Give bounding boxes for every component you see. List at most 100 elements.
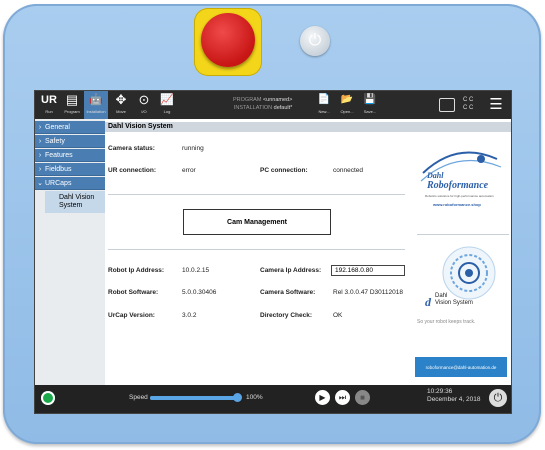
robot-software-label: Robot Software: bbox=[108, 289, 159, 296]
main-content: Dahl Vision System Camera status: runnin… bbox=[105, 119, 511, 385]
stop-button[interactable]: ■ bbox=[355, 390, 370, 405]
save-file-label: Save... bbox=[363, 109, 377, 114]
io-icon: ⊙ bbox=[138, 92, 150, 107]
pendant-screen: UR Run ▤ Program 🤖 Installation ✥ Move ⊙… bbox=[34, 90, 512, 414]
play-button[interactable]: ▶ bbox=[315, 390, 330, 405]
play-icon: ▶ bbox=[319, 393, 326, 402]
clock-date: December 4, 2018 bbox=[427, 396, 481, 403]
move-tab-label: Move bbox=[116, 109, 126, 114]
vision-line2: Vision System bbox=[435, 300, 473, 306]
divider bbox=[108, 194, 405, 195]
page-title: Dahl Vision System bbox=[105, 122, 511, 132]
vision-line1: Dahl bbox=[435, 293, 448, 299]
sidebar-item-label: Safety bbox=[45, 138, 65, 145]
step-icon: ⏭ bbox=[338, 392, 347, 402]
divider bbox=[108, 249, 405, 250]
io-tab[interactable]: ⊙ I/O bbox=[133, 91, 155, 119]
chevron-right-icon: › bbox=[38, 124, 42, 131]
hamburger-menu-icon[interactable]: ☰ bbox=[487, 96, 505, 114]
chevron-right-icon: › bbox=[38, 166, 42, 173]
top-toolbar: UR Run ▤ Program 🤖 Installation ✥ Move ⊙… bbox=[35, 91, 511, 119]
move-icon: ✥ bbox=[115, 92, 127, 107]
new-file-button[interactable]: 📄 New... bbox=[313, 91, 335, 119]
new-file-label: New... bbox=[318, 109, 330, 114]
move-tab[interactable]: ✥ Move bbox=[110, 91, 132, 119]
sidebar-item-dahl-vision-system[interactable]: Dahl Vision System bbox=[45, 191, 105, 213]
logo-small-text: Dahl bbox=[427, 171, 444, 180]
ur-connection-label: UR connection: bbox=[108, 167, 157, 174]
robot-arm-icon: 🤖 bbox=[89, 94, 103, 106]
speed-slider-handle[interactable] bbox=[233, 393, 242, 402]
program-info: PROGRAM <unnamed> INSTALLATION default* bbox=[233, 96, 292, 112]
open-folder-icon: 📂 bbox=[340, 94, 354, 105]
website-link[interactable]: www.roboformance.shop bbox=[433, 202, 481, 207]
log-tab[interactable]: 📈 Log bbox=[156, 91, 178, 119]
bottom-bar: Speed 100% ▶ ⏭ ■ 10:29:36 December 4, 20… bbox=[35, 385, 511, 413]
cam-management-button[interactable]: Cam Management bbox=[183, 209, 331, 235]
program-icon: ▤ bbox=[65, 92, 79, 107]
vision-d-mark: d bbox=[425, 295, 431, 309]
clock-time: 10:29:36 bbox=[427, 388, 453, 395]
cc-indicator: C C C C bbox=[463, 97, 474, 111]
sidebar-item-label: URCaps bbox=[45, 180, 72, 187]
log-icon: 📈 bbox=[160, 94, 174, 106]
remote-control-icon[interactable] bbox=[439, 98, 455, 112]
urcap-version-label: UrCap Version: bbox=[108, 312, 155, 319]
sidebar-item-label: Fieldbus bbox=[45, 166, 72, 173]
open-file-button[interactable]: 📂 Open... bbox=[336, 91, 358, 119]
io-tab-label: I/O bbox=[141, 109, 147, 114]
installation-tab-label: Installation bbox=[86, 109, 106, 114]
robot-ip-value: 10.0.2.15 bbox=[182, 267, 210, 274]
roboformance-logo: Dahl Roboformance Robotics solutions for… bbox=[417, 145, 507, 217]
sidebar-item-general[interactable]: › General bbox=[35, 121, 105, 134]
save-file-button[interactable]: 💾 Save... bbox=[359, 91, 381, 119]
program-tab-label: Program bbox=[64, 109, 80, 114]
logo-tagline: Robotics solutions for high-performance … bbox=[425, 194, 494, 198]
speed-value: 100% bbox=[246, 394, 263, 401]
directory-check-value: OK bbox=[333, 312, 343, 319]
camera-software-value: Rel 3.0.0.47 D30112018 bbox=[333, 289, 403, 296]
logo-big-text: Roboformance bbox=[427, 180, 489, 191]
chevron-right-icon: › bbox=[38, 152, 42, 159]
sidebar-item-urcaps[interactable]: ⌄ URCaps bbox=[35, 177, 105, 190]
installation-tab[interactable]: 🤖 Installation bbox=[84, 91, 108, 119]
speed-label: Speed bbox=[129, 394, 148, 401]
emergency-stop-button[interactable] bbox=[201, 13, 255, 67]
robot-status-indicator[interactable] bbox=[41, 391, 55, 405]
vision-tagline: So your robot keeps track. bbox=[417, 319, 476, 325]
chevron-down-icon: ⌄ bbox=[37, 180, 43, 187]
clock: 10:29:36 December 4, 2018 bbox=[427, 388, 480, 404]
sidebar-item-safety[interactable]: › Safety bbox=[35, 135, 105, 148]
power-off-button[interactable]: ⏻ bbox=[489, 389, 507, 407]
installation-label: INSTALLATION bbox=[233, 105, 273, 111]
robot-ip-label: Robot Ip Address: bbox=[108, 267, 165, 274]
run-tab[interactable]: UR Run bbox=[38, 91, 60, 119]
urcap-version-value: 3.0.2 bbox=[182, 312, 197, 319]
sidebar-item-features[interactable]: › Features bbox=[35, 149, 105, 162]
speed-slider-fill bbox=[150, 396, 236, 400]
pendant-power-button[interactable]: ⏻ bbox=[300, 26, 330, 56]
program-name: <unnamed> bbox=[262, 97, 293, 103]
divider bbox=[417, 234, 509, 235]
sidebar-item-label: Features bbox=[45, 152, 73, 159]
ur-logo-icon: UR bbox=[41, 94, 57, 106]
power-icon: ⏻ bbox=[493, 391, 503, 404]
step-button[interactable]: ⏭ bbox=[335, 390, 350, 405]
sidebar-item-label: General bbox=[45, 124, 70, 131]
program-label: PROGRAM bbox=[233, 97, 262, 103]
power-icon: ⏻ bbox=[308, 32, 322, 49]
dahl-vision-logo: d Dahl Vision System So your robot keeps… bbox=[417, 241, 507, 327]
open-file-label: Open... bbox=[340, 109, 354, 114]
speed-slider[interactable] bbox=[150, 396, 236, 400]
email-button[interactable]: roboformance@dahl-automation.de bbox=[415, 357, 507, 377]
run-tab-label: Run bbox=[45, 109, 53, 114]
pc-connection-label: PC connection: bbox=[260, 167, 308, 174]
sidebar-item-fieldbus[interactable]: › Fieldbus bbox=[35, 163, 105, 176]
camera-ip-input[interactable]: 192.168.0.80 bbox=[331, 265, 405, 276]
installation-sidebar: › General › Safety › Features › Fieldbus ⌄ UR… bbox=[35, 119, 105, 385]
camera-status-label: Camera status: bbox=[108, 145, 155, 152]
program-tab[interactable]: ▤ Program bbox=[61, 91, 83, 119]
installation-name: default* bbox=[273, 105, 293, 111]
camera-status-value: running bbox=[182, 145, 204, 152]
directory-check-label: Directory Check: bbox=[260, 312, 313, 319]
